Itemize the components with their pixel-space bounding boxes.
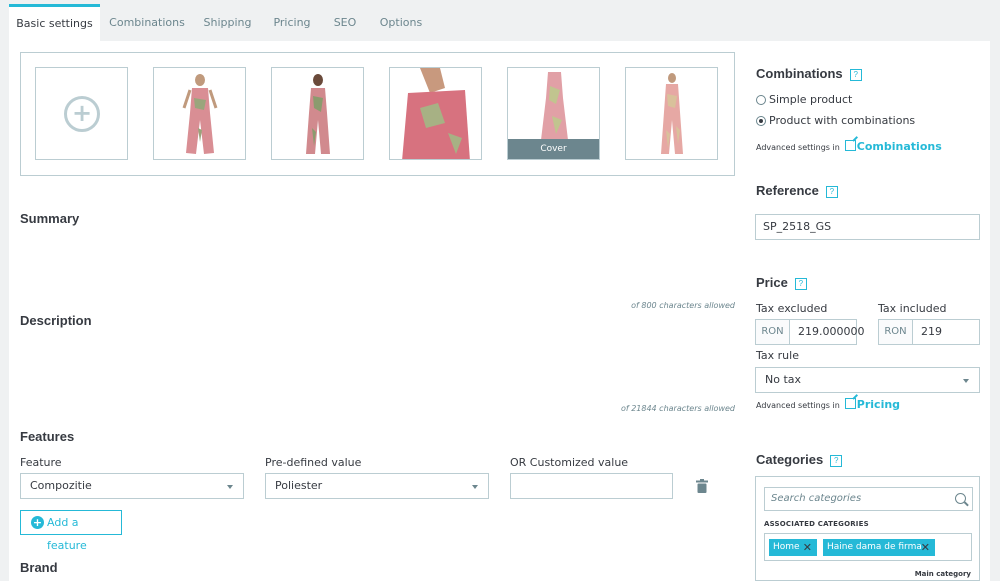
product-image-cover[interactable]: Cover: [507, 67, 600, 160]
product-image-4-photo: [541, 72, 568, 140]
tab-basic-settings[interactable]: Basic settings: [9, 4, 100, 41]
chevron-down-icon: [227, 485, 233, 489]
product-image[interactable]: [153, 67, 246, 160]
custom-value-label: OR Customized value: [510, 456, 629, 469]
chevron-down-icon: [963, 379, 969, 383]
tax-included-label: Tax included: [878, 302, 947, 315]
image-gallery: + Cover: [20, 52, 735, 176]
combinations-link[interactable]: Combinations: [857, 140, 942, 153]
search-icon[interactable]: [955, 493, 966, 504]
price-tax-included-value: 219: [921, 325, 942, 338]
feature-select-value: Compozitie: [30, 479, 92, 492]
reference-title-text: Reference: [756, 183, 819, 198]
advanced-settings-text: Advanced settings in: [756, 401, 840, 410]
price-tax-excluded-input[interactable]: RON 219.000000: [755, 319, 864, 345]
add-image-button[interactable]: +: [35, 67, 128, 160]
description-title: Description: [20, 313, 92, 328]
radio-on-icon: [756, 116, 766, 126]
category-search-input[interactable]: Search categories: [764, 487, 973, 511]
combinations-title-text: Combinations: [756, 66, 843, 81]
associated-categories-label: ASSOCIATED CATEGORIES: [764, 520, 869, 528]
help-icon[interactable]: ?: [825, 186, 838, 198]
currency-addon: RON: [879, 320, 913, 344]
add-feature-label: Add a feature: [47, 516, 87, 552]
combinations-title: Combinations?: [756, 66, 862, 81]
simple-product-label: Simple product: [769, 93, 853, 106]
product-image[interactable]: [625, 67, 718, 160]
feature-select[interactable]: Compozitie: [20, 473, 244, 499]
help-icon[interactable]: ?: [849, 69, 862, 81]
advanced-settings-text: Advanced settings in: [756, 143, 840, 152]
help-icon[interactable]: ?: [794, 278, 807, 290]
categories-box: Search categories ASSOCIATED CATEGORIES …: [755, 476, 980, 581]
brand-title: Brand: [20, 560, 58, 575]
category-tag-haine-dama: Haine dama de firma ✕: [823, 539, 935, 556]
currency-addon: RON: [756, 320, 790, 344]
product-image-3-photo: [390, 68, 481, 159]
custom-value-input[interactable]: [510, 473, 673, 499]
plus-circle-icon: +: [31, 516, 44, 529]
close-icon[interactable]: ✕: [921, 539, 930, 556]
combinations-advanced-settings: Advanced settings in Combinations: [756, 140, 942, 153]
product-image[interactable]: [271, 67, 364, 160]
summary-char-count: of 800 characters allowed: [631, 301, 735, 310]
product-tabs: Basic settings Combinations Shipping Pri…: [0, 0, 1000, 41]
reference-title: Reference?: [756, 183, 838, 198]
pricing-advanced-settings: Advanced settings in Pricing: [756, 398, 900, 411]
features-title: Features: [20, 429, 75, 444]
price-title: Price?: [756, 275, 807, 290]
product-image-5-photo: [661, 73, 683, 154]
radio-off-icon: [756, 95, 766, 105]
category-tag-label: Haine dama de firma: [827, 542, 922, 552]
pricing-link[interactable]: Pricing: [857, 398, 900, 411]
product-image[interactable]: [389, 67, 482, 160]
categories-title-text: Categories: [756, 452, 824, 467]
tab-options[interactable]: Options: [372, 4, 430, 41]
reference-input[interactable]: SP_2518_GS: [755, 214, 980, 240]
external-link-icon: [844, 398, 856, 409]
tax-rule-value: No tax: [765, 373, 802, 386]
chevron-down-icon: [472, 485, 478, 489]
tax-excluded-label: Tax excluded: [756, 302, 828, 315]
product-with-combinations-radio[interactable]: Product with combinations: [756, 114, 915, 127]
simple-product-radio[interactable]: Simple product: [756, 93, 852, 106]
product-image-2-photo: [306, 74, 330, 154]
tax-rule-select[interactable]: No tax: [755, 367, 980, 393]
tab-combinations[interactable]: Combinations: [104, 4, 190, 41]
description-char-count: of 21844 characters allowed: [620, 404, 735, 413]
external-link-icon: [844, 140, 856, 151]
price-title-text: Price: [756, 275, 788, 290]
categories-title: Categories?: [756, 452, 843, 467]
category-search-placeholder: Search categories: [771, 493, 862, 504]
predefined-value-select-value: Poliester: [275, 479, 323, 492]
trash-icon[interactable]: [696, 479, 708, 493]
price-tax-included-input[interactable]: RON 219: [878, 319, 980, 345]
price-tax-excluded-value: 219.000000: [798, 325, 865, 338]
summary-title: Summary: [20, 211, 80, 226]
description-editor[interactable]: [20, 334, 735, 400]
help-icon[interactable]: ?: [830, 455, 843, 467]
product-image-1-photo: [182, 74, 218, 154]
category-tag-label: Home: [773, 542, 800, 552]
cover-badge: Cover: [508, 139, 599, 159]
product-with-combinations-label: Product with combinations: [769, 114, 916, 127]
feature-label: Feature: [20, 456, 62, 469]
main-category-label: Main category: [914, 570, 971, 578]
tab-seo[interactable]: SEO: [326, 4, 364, 41]
tab-pricing[interactable]: Pricing: [266, 4, 318, 41]
add-feature-button[interactable]: + Add a feature: [20, 510, 122, 552]
predefined-value-label: Pre-defined value: [265, 456, 362, 469]
associated-categories-list: Home ✕ Haine dama de firma ✕: [764, 533, 972, 561]
tab-shipping[interactable]: Shipping: [196, 4, 259, 41]
close-icon[interactable]: ✕: [803, 539, 812, 556]
summary-editor[interactable]: [20, 232, 735, 298]
tax-rule-label: Tax rule: [756, 349, 799, 362]
predefined-value-select[interactable]: Poliester: [265, 473, 489, 499]
plus-circle-icon: +: [64, 96, 100, 132]
category-tag-home: Home ✕: [769, 539, 817, 556]
